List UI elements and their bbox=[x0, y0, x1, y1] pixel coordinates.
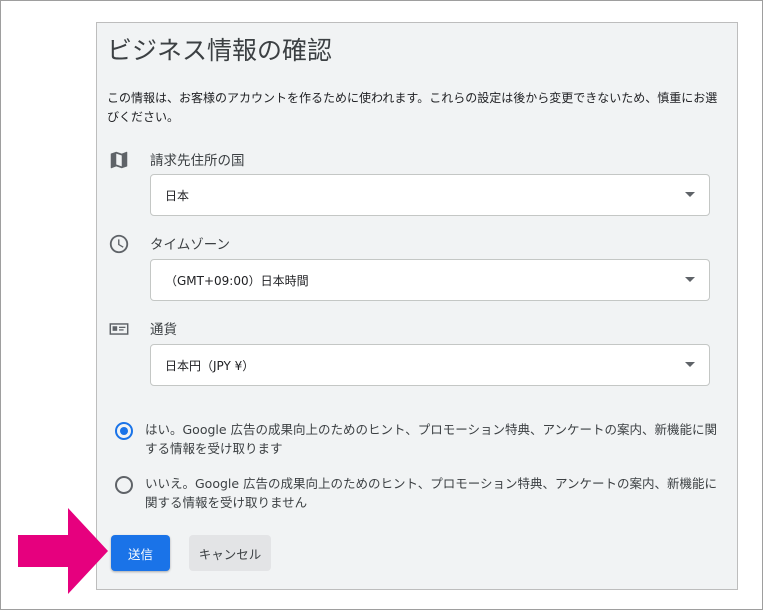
billing-country-label: 請求先住所の国 bbox=[150, 153, 245, 169]
time-zone-select[interactable]: （GMT+09:00）日本時間 bbox=[150, 259, 710, 301]
currency-select[interactable]: 日本円（JPY ¥） bbox=[150, 344, 710, 386]
radio-button-selected[interactable] bbox=[115, 422, 133, 440]
radio-button-unselected[interactable] bbox=[115, 476, 133, 494]
map-icon bbox=[110, 151, 128, 169]
radio-option-no[interactable]: いいえ。Google 広告の成果向上のためのヒント、プロモーション特典、アンケー… bbox=[115, 474, 725, 514]
currency-label: 通貨 bbox=[150, 322, 177, 338]
time-zone-label: タイムゾーン bbox=[150, 237, 231, 253]
dropdown-arrow-icon bbox=[685, 362, 695, 367]
billing-country-select[interactable]: 日本 bbox=[150, 174, 710, 216]
page-title: ビジネス情報の確認 bbox=[107, 36, 333, 65]
currency-icon bbox=[109, 323, 129, 335]
dropdown-arrow-icon bbox=[685, 277, 695, 282]
billing-country-value: 日本 bbox=[165, 189, 190, 203]
clock-icon bbox=[109, 234, 129, 254]
radio-option-yes-text: はい。Google 広告の成果向上のためのヒント、プロモーション特典、アンケート… bbox=[145, 422, 718, 456]
page-description: この情報は、お客様のアカウントを作るために使われます。これらの設定は後から変更で… bbox=[107, 91, 718, 124]
business-info-panel: ビジネス情報の確認 この情報は、お客様のアカウントを作るために使われます。これら… bbox=[96, 22, 738, 590]
dropdown-arrow-icon bbox=[685, 192, 695, 197]
cancel-button[interactable]: キャンセル bbox=[189, 535, 271, 571]
radio-option-yes[interactable]: はい。Google 広告の成果向上のためのヒント、プロモーション特典、アンケート… bbox=[115, 420, 725, 460]
radio-option-no-text: いいえ。Google 広告の成果向上のためのヒント、プロモーション特典、アンケー… bbox=[145, 476, 718, 510]
annotation-arrow-icon bbox=[18, 508, 108, 594]
currency-value: 日本円（JPY ¥） bbox=[165, 359, 255, 373]
submit-button[interactable]: 送信 bbox=[111, 535, 170, 571]
time-zone-value: （GMT+09:00）日本時間 bbox=[165, 274, 309, 288]
